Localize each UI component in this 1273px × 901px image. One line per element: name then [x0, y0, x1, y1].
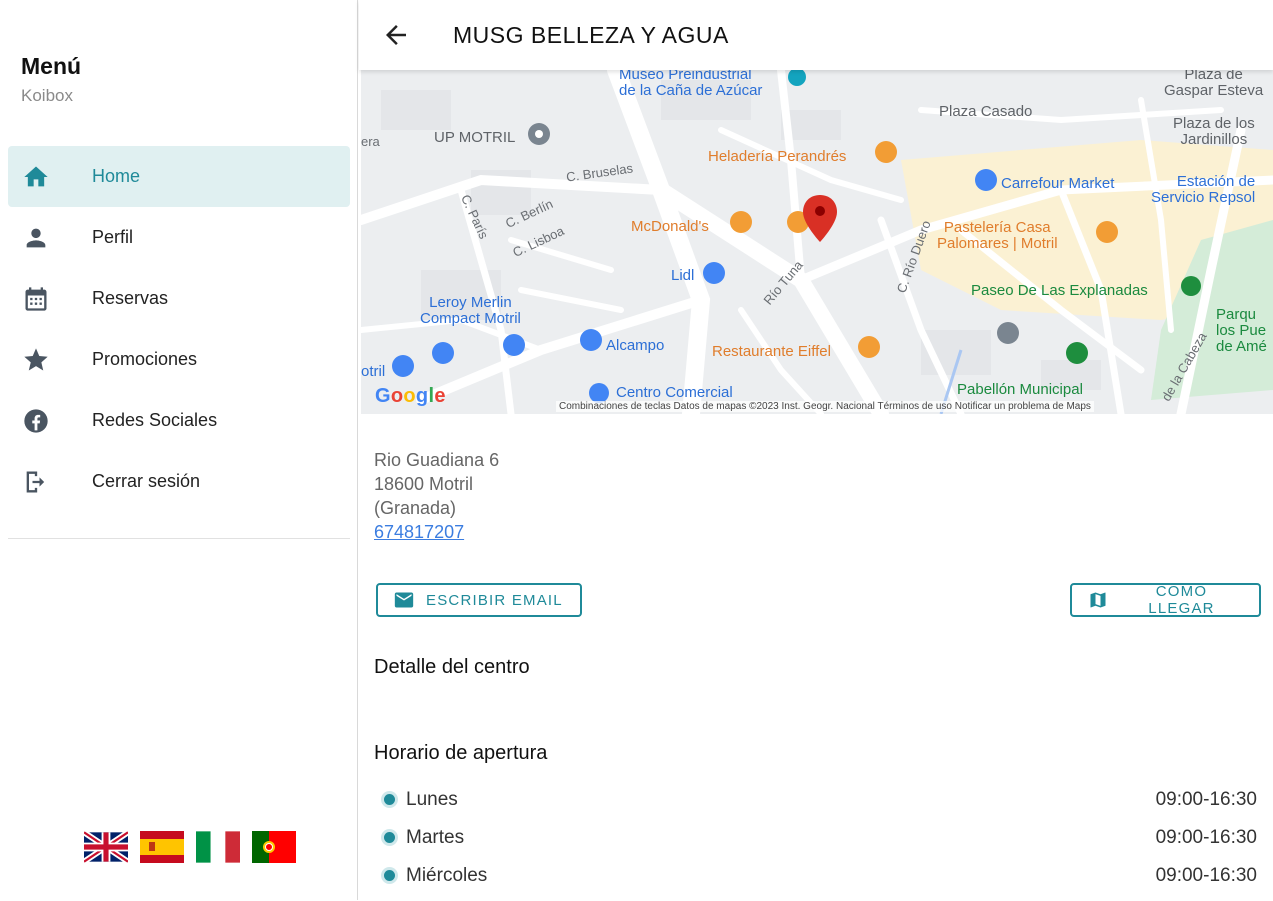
map-label-centro: Centro Comercial — [616, 384, 733, 401]
sidebar-item-reservas[interactable]: Reservas — [8, 268, 350, 329]
opening-hours-list: Lunes 09:00-16:30 Martes 09:00-16:30 Mié… — [381, 787, 1257, 901]
map-attribution[interactable]: Combinaciones de teclas Datos de mapas ©… — [556, 401, 1094, 412]
sidebar-item-promociones[interactable]: Promociones — [8, 329, 350, 390]
page-title: MUSG BELLEZA Y AGUA — [453, 22, 729, 48]
map-label-paseo: Paseo De Las Explanadas — [971, 282, 1148, 299]
map-label-carrefour: Carrefour Market — [1001, 175, 1115, 192]
map-icon — [1088, 590, 1108, 610]
sidebar-item-label: Redes Sociales — [92, 410, 218, 430]
map-label-alcampo: Alcampo — [606, 337, 665, 354]
day-label: Lunes — [406, 789, 458, 810]
map-label-heladeria: Heladería Perandrés — [708, 148, 847, 165]
menu-subtitle: Koibox — [21, 86, 73, 105]
sidebar-item-label: Perfil — [92, 227, 134, 247]
map-label-mcdonalds: McDonald's — [631, 218, 709, 235]
map-label-repsol: Estación de Servicio Repsol — [1151, 173, 1256, 206]
bullet-icon — [384, 832, 395, 843]
map-label-plaza-casado: Plaza Casado — [939, 103, 1033, 120]
spain-flag[interactable] — [140, 831, 184, 863]
map-label-lidl: Lidl — [671, 267, 695, 284]
facebook-icon — [22, 407, 50, 435]
hours-row: Lunes 09:00-16:30 — [381, 787, 1257, 825]
sidebar-item-cerrar-sesion[interactable]: Cerrar sesión — [8, 451, 350, 512]
center-detail-title: Detalle del centro — [374, 656, 530, 678]
time-range: 09:00-16:30 — [1155, 789, 1257, 810]
write-email-button[interactable]: ESCRIBIR EMAIL — [376, 583, 582, 617]
opening-hours-title: Horario de apertura — [374, 742, 548, 764]
sidebar-item-label: Promociones — [92, 349, 198, 369]
day-label: Miércoles — [406, 865, 488, 886]
sidebar-item-label: Home — [92, 166, 141, 186]
sidebar-item-label: Reservas — [92, 288, 169, 308]
hours-row: Miércoles 09:00-16:30 — [381, 863, 1257, 901]
mail-icon — [394, 592, 414, 608]
address-street: Rio Guadiana 6 — [374, 450, 500, 470]
map-label-leroy: Leroy Merlin Compact Motril — [420, 294, 521, 327]
time-range: 09:00-16:30 — [1155, 827, 1257, 848]
home-icon — [22, 163, 50, 191]
map-label-pasteleria: Pastelería Casa Palomares | Motril — [937, 219, 1058, 252]
map-label-museo: Museo Preindustrial de la Caña de Azúcar — [619, 70, 763, 99]
main-content: MUSG BELLEZA Y AGUA Museo Preindustrial … — [359, 0, 1273, 900]
map-label-plaza-gaspar: Plaza de Gaspar Esteva — [1164, 70, 1264, 99]
sidebar-item-home[interactable]: Home — [8, 146, 350, 207]
map-label-motril: otril — [361, 363, 386, 380]
address-block: Rio Guadiana 6 18600 Motril (Granada) 67… — [374, 448, 499, 544]
sidebar: Menú Koibox Home Perfil Reservas Promoci… — [0, 0, 358, 900]
address-province: (Granada) — [374, 498, 457, 518]
directions-button[interactable]: COMO LLEGAR — [1070, 583, 1261, 617]
bullet-icon — [384, 870, 395, 881]
map-label-pabellon: Pabellón Municipal — [957, 381, 1083, 398]
sidebar-item-perfil[interactable]: Perfil — [8, 207, 350, 268]
star-icon — [22, 346, 50, 374]
address-city: 18600 Motril — [374, 474, 474, 494]
write-email-label: ESCRIBIR EMAIL — [426, 591, 563, 609]
day-label: Martes — [406, 827, 465, 848]
sidebar-item-label: Cerrar sesión — [92, 471, 201, 491]
map-label-up-motril: UP MOTRIL — [434, 129, 516, 146]
person-icon — [22, 224, 50, 252]
time-range: 09:00-16:30 — [1155, 865, 1257, 886]
map-label-parque: Parqu los Pue de Amé — [1216, 306, 1267, 355]
hours-row: Martes 09:00-16:30 — [381, 825, 1257, 863]
menu-title: Menú — [21, 53, 82, 79]
map-label-plaza-jardinillos: Plaza de los Jardinillos — [1173, 115, 1255, 148]
google-logo: Google — [375, 385, 446, 407]
uk-flag[interactable] — [84, 831, 128, 863]
map-label-era: era — [361, 134, 380, 149]
bullet-icon — [384, 794, 395, 805]
language-selector — [84, 831, 296, 863]
sidebar-item-redes-sociales[interactable]: Redes Sociales — [8, 390, 350, 451]
logout-icon — [22, 468, 50, 496]
location-map[interactable]: Museo Preindustrial de la Caña de Azúcar… — [361, 70, 1273, 414]
phone-link[interactable]: 674817207 — [374, 520, 499, 544]
arrow-back-icon[interactable] — [381, 20, 411, 50]
map-label-restaurante: Restaurante Eiffel — [712, 343, 831, 360]
calendar-icon — [22, 285, 50, 313]
top-app-bar: MUSG BELLEZA Y AGUA — [359, 0, 1273, 70]
nav-list: Home Perfil Reservas Promociones Redes S… — [8, 146, 350, 512]
portugal-flag[interactable] — [252, 831, 296, 863]
divider — [8, 538, 350, 539]
italy-flag[interactable] — [196, 831, 240, 863]
directions-label: COMO LLEGAR — [1148, 583, 1215, 617]
